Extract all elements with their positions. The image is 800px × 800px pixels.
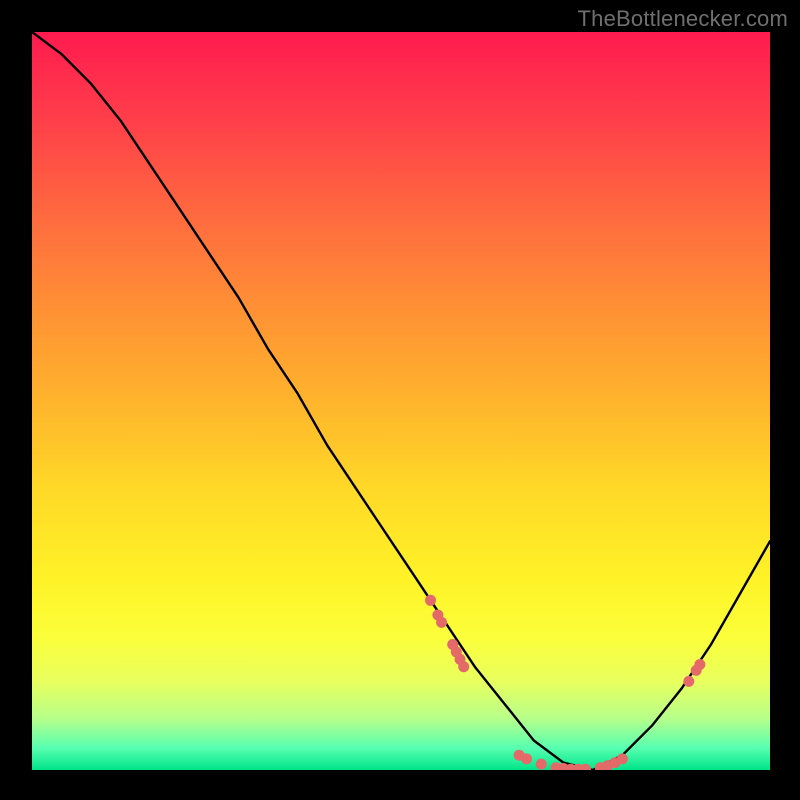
watermark-text: TheBottlenecker.com <box>578 6 788 32</box>
data-marker <box>458 661 469 672</box>
chart-frame: TheBottlenecker.com <box>0 0 800 800</box>
data-marker <box>580 764 591 770</box>
data-marker <box>617 753 628 764</box>
data-marker <box>436 617 447 628</box>
bottleneck-curve <box>32 32 770 770</box>
plot-area <box>32 32 770 770</box>
data-marker <box>694 659 705 670</box>
data-marker <box>683 676 694 687</box>
data-marker <box>425 595 436 606</box>
data-marker <box>521 753 532 764</box>
data-marker <box>536 759 547 770</box>
